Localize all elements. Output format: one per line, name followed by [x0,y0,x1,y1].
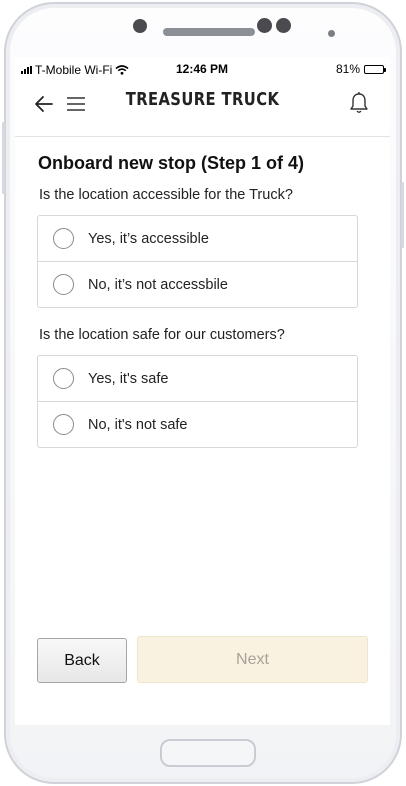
sensor-icon [257,18,272,33]
question-safe: Is the location safe for our customers? [39,327,285,343]
radio-group-accessible: Yes, it’s accessible No, it’s not access… [37,215,358,308]
radio-button-icon[interactable] [53,414,74,435]
radio-option-label: Yes, it’s accessible [88,230,209,247]
battery-icon [364,64,386,74]
top-navigation-bar: TREASURE TRUCK [15,81,390,137]
phone-speaker [163,28,255,36]
front-camera-icon [133,19,147,33]
battery-percent: 81% [335,62,360,76]
wifi-icon [115,65,129,75]
carrier-name: T-Mobile Wi-Fi [35,63,113,77]
status-bar: T-Mobile Wi-Fi 12:46 PM 81% [15,57,390,81]
radio-option-yes-safe[interactable]: Yes, it's safe [38,356,357,401]
radio-button-icon[interactable] [53,228,74,249]
clock: 12:46 PM [176,62,229,76]
bell-icon[interactable] [348,91,370,115]
radio-option-label: Yes, it's safe [88,370,169,387]
back-button[interactable]: Back [37,638,127,683]
radio-option-yes-accessible[interactable]: Yes, it’s accessible [38,216,357,261]
app-logo: TREASURE TRUCK [125,89,280,110]
cellular-signal-icon [21,66,32,74]
carrier-info: T-Mobile Wi-Fi [21,63,129,77]
phone-volume-button [2,122,5,194]
page-title: Onboard new stop (Step 1 of 4) [38,153,305,173]
radio-option-not-accessible[interactable]: No, it’s not accessbile [38,261,357,307]
next-button[interactable]: Next [137,636,368,683]
radio-option-not-safe[interactable]: No, it's not safe [38,401,357,447]
proximity-sensor-icon [328,30,335,37]
sensor-icon [276,18,291,33]
radio-button-icon[interactable] [53,274,74,295]
question-accessible: Is the location accessible for the Truck… [39,187,293,203]
phone-power-button [401,182,404,248]
home-button[interactable] [160,739,256,767]
radio-option-label: No, it’s not accessbile [88,276,228,293]
app-screen: T-Mobile Wi-Fi 12:46 PM 81% TREASURE TRU… [15,57,390,725]
radio-option-label: No, it's not safe [88,416,188,433]
battery-indicator: 81% [335,62,386,76]
radio-group-safe: Yes, it's safe No, it's not safe [37,355,358,448]
radio-button-icon[interactable] [53,368,74,389]
